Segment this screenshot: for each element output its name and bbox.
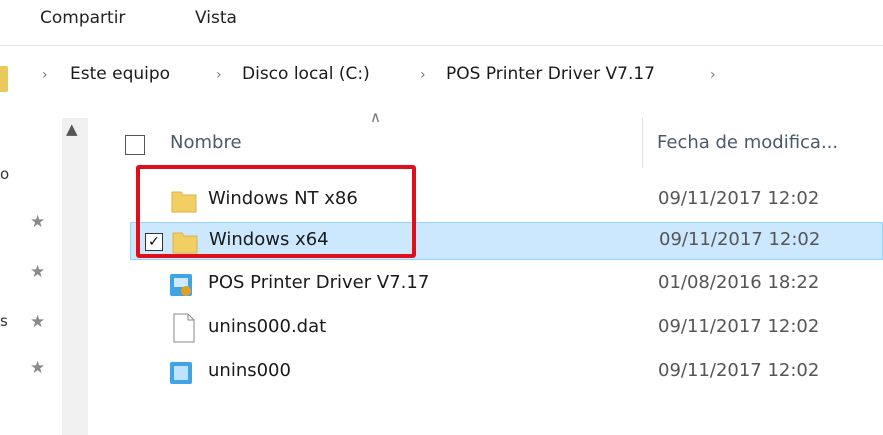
file-row-windows-nt-x86[interactable]: Windows NT x86 09/11/2017 12:02 <box>130 182 883 220</box>
nav-item-fragment[interactable]: o <box>0 165 9 183</box>
file-date: 09/11/2017 12:02 <box>658 360 820 381</box>
file-row-windows-x64[interactable]: ✓ Windows x64 09/11/2017 12:02 <box>130 222 883 260</box>
pin-icon[interactable]: ★ <box>30 358 45 378</box>
file-name: Windows NT x86 <box>208 188 358 209</box>
pin-icon[interactable]: ★ <box>30 312 45 332</box>
folder-icon <box>171 191 197 213</box>
address-folder-icon <box>0 66 8 92</box>
column-header-name[interactable]: Nombre <box>170 132 242 153</box>
select-all-checkbox[interactable] <box>125 135 145 155</box>
column-separator[interactable] <box>642 118 643 168</box>
file-row-pos-printer-driver[interactable]: POS Printer Driver V7.17 01/08/2016 18:2… <box>130 266 883 304</box>
file-name: Windows x64 <box>209 229 329 250</box>
nav-scrollbar[interactable] <box>62 118 88 435</box>
file-name: POS Printer Driver V7.17 <box>208 272 430 293</box>
sort-ascending-icon: ∧ <box>370 108 381 126</box>
uninstaller-app-icon <box>170 362 192 384</box>
breadcrumb-este-equipo[interactable]: Este equipo <box>70 64 170 84</box>
row-checkbox[interactable]: ✓ <box>145 233 163 251</box>
nav-item-fragment[interactable]: s <box>0 312 8 330</box>
file-icon <box>173 313 195 343</box>
pin-icon[interactable]: ★ <box>30 212 45 232</box>
chevron-right-icon[interactable]: › <box>42 67 48 83</box>
ribbon-divider <box>0 45 883 46</box>
file-name: unins000 <box>208 360 291 381</box>
chevron-right-icon[interactable]: › <box>216 67 222 83</box>
file-row-unins000[interactable]: unins000 09/11/2017 12:02 <box>130 354 883 392</box>
chevron-right-icon[interactable]: › <box>710 67 716 83</box>
column-header-date[interactable]: Fecha de modifica... <box>657 132 838 153</box>
file-date: 09/11/2017 12:02 <box>659 229 821 250</box>
setup-app-icon <box>170 274 192 296</box>
ribbon-tab-compartir[interactable]: Compartir <box>40 8 125 28</box>
file-name: unins000.dat <box>208 316 327 337</box>
file-date: 01/08/2016 18:22 <box>658 272 820 293</box>
file-row-unins000-dat[interactable]: unins000.dat 09/11/2017 12:02 <box>130 310 883 348</box>
chevron-right-icon[interactable]: › <box>420 67 426 83</box>
file-date: 09/11/2017 12:02 <box>658 188 820 209</box>
scroll-up-arrow-icon[interactable]: ▲ <box>66 120 78 138</box>
pin-icon[interactable]: ★ <box>30 262 45 282</box>
breadcrumb-pos-printer-driver[interactable]: POS Printer Driver V7.17 <box>446 64 655 84</box>
folder-icon <box>172 232 198 254</box>
breadcrumb-disco-local[interactable]: Disco local (C:) <box>242 64 370 84</box>
file-date: 09/11/2017 12:02 <box>658 316 820 337</box>
ribbon-tab-vista[interactable]: Vista <box>195 8 237 28</box>
